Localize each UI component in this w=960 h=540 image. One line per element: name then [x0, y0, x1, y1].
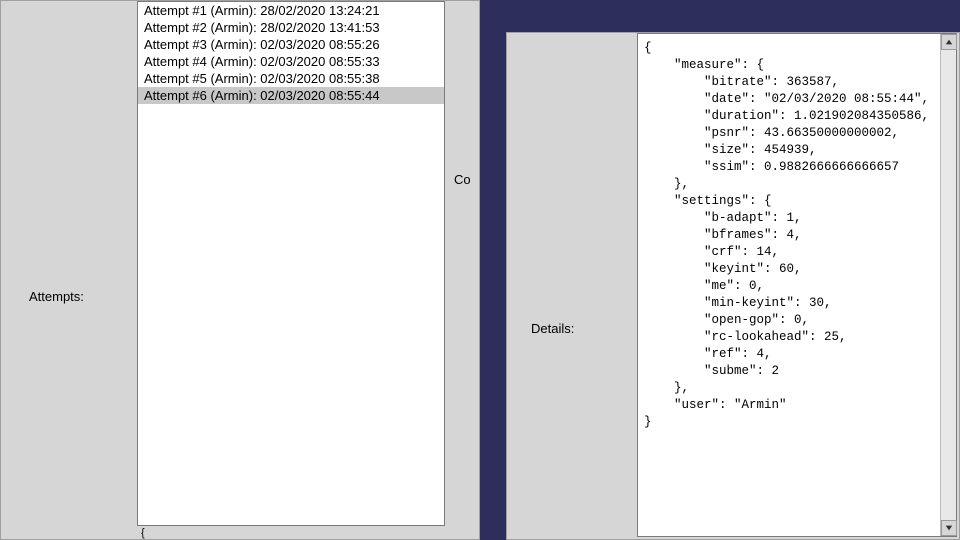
attempt-item-3[interactable]: Attempt #3 (Armin): 02/03/2020 08:55:26	[138, 36, 444, 53]
attempt-item-1[interactable]: Attempt #1 (Armin): 28/02/2020 13:24:21	[138, 2, 444, 19]
attempt-item-6[interactable]: Attempt #6 (Armin): 02/03/2020 08:55:44	[138, 87, 444, 104]
attempt-item-2[interactable]: Attempt #2 (Armin): 28/02/2020 13:41:53	[138, 19, 444, 36]
attempts-label: Attempts:	[29, 289, 84, 304]
scroll-down-button[interactable]	[941, 520, 957, 536]
details-scrollbar[interactable]	[940, 34, 956, 536]
attempt-item-5[interactable]: Attempt #5 (Armin): 02/03/2020 08:55:38	[138, 70, 444, 87]
chevron-up-icon	[945, 38, 953, 46]
details-panel: Details: { "measure": { "bitrate": 36358…	[506, 32, 960, 540]
details-label: Details:	[531, 321, 574, 336]
attempts-listbox[interactable]: Attempt #1 (Armin): 28/02/2020 13:24:21A…	[137, 1, 445, 527]
chevron-down-icon	[945, 524, 953, 532]
attempt-item-4[interactable]: Attempt #4 (Armin): 02/03/2020 08:55:33	[138, 53, 444, 70]
scroll-up-button[interactable]	[941, 34, 957, 50]
details-box: { "measure": { "bitrate": 363587, "date"…	[637, 33, 957, 537]
attempts-bottom-snippet: {	[137, 525, 445, 539]
truncated-label: Co	[452, 172, 473, 187]
attempts-panel: Attempts: Attempt #1 (Armin): 28/02/2020…	[0, 0, 480, 540]
details-json-text[interactable]: { "measure": { "bitrate": 363587, "date"…	[638, 34, 938, 536]
